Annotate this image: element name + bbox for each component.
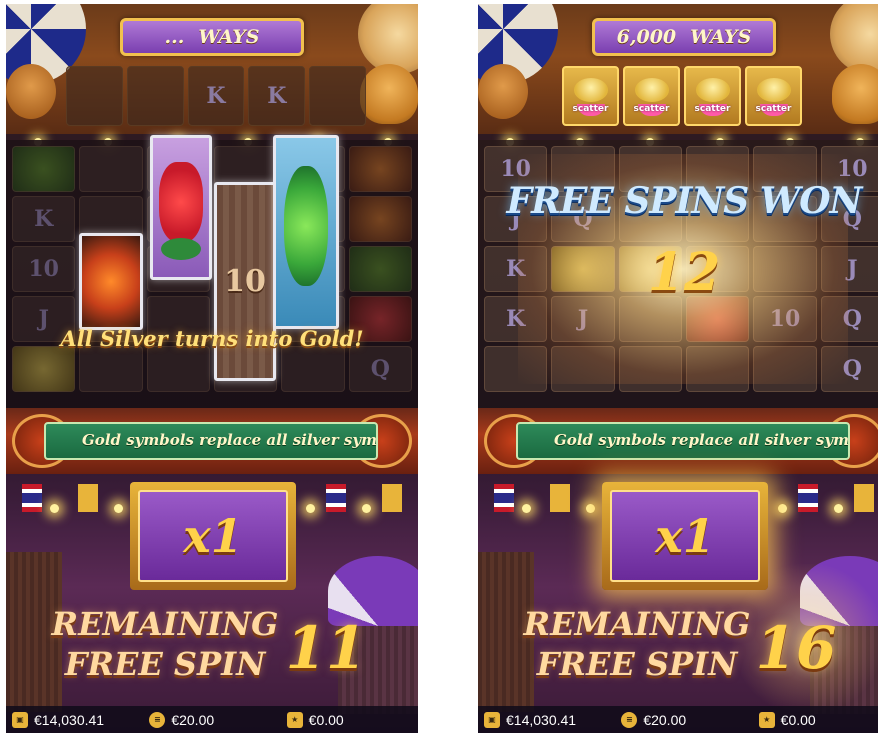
gold-flag-icon <box>382 484 402 512</box>
game-screen-left: ... WAYS K K K10JQ10Q 10 All Silver turn… <box>6 4 418 733</box>
coins-icon: ≡ <box>149 711 166 728</box>
scatter-symbol: scatter <box>562 66 619 126</box>
info-bar: Gold symbols replace all silver symb <box>6 408 418 474</box>
announcement-text: All Silver turns into Gold! <box>60 326 364 351</box>
bok-choy-icon <box>284 166 328 286</box>
straw-hat-icon <box>478 64 528 119</box>
thai-flag-icon <box>798 484 818 512</box>
top-symbol: K <box>248 66 306 126</box>
remaining-free-spin-count: 16 <box>755 614 837 682</box>
scatter-label: scatter <box>755 104 792 114</box>
ways-banner: 6,000 WAYS <box>592 18 776 56</box>
ways-value: 6,000 <box>616 26 677 48</box>
light-bulb-icon <box>778 504 787 513</box>
free-spins-won-count: 12 <box>647 242 721 303</box>
light-bulb-icon <box>362 504 371 513</box>
wallet-icon: ▣ <box>12 711 28 728</box>
scatter-label: scatter <box>572 104 609 114</box>
ways-label: WAYS <box>690 26 752 48</box>
straw-hat-icon <box>695 78 730 102</box>
remaining-free-spin-label: REMAINING FREE SPIN <box>51 605 279 683</box>
straw-hat-icon <box>634 78 669 102</box>
straw-hat-icon <box>6 64 56 119</box>
top-symbol <box>66 66 123 126</box>
balance-value: €14,030.41 <box>34 711 105 728</box>
info-bar: Gold symbols replace all silver symb <box>478 408 878 474</box>
ways-label: WAYS <box>198 26 260 48</box>
vegetable-symbol <box>273 135 339 329</box>
gold-flag-icon <box>854 484 874 512</box>
top-reel-strip: K K <box>66 66 366 126</box>
straw-hat-icon <box>573 78 608 102</box>
top-symbol <box>309 66 366 126</box>
remaining-free-spin-count: 11 <box>285 614 367 682</box>
multiplier-value: x1 <box>655 509 715 563</box>
win-icon: ★ <box>286 711 303 728</box>
bet-display[interactable]: ≡ €20.00 <box>143 711 280 728</box>
multiplier-panel: x1 <box>138 490 288 582</box>
status-bar: ▣ €14,030.41 ≡ €20.00 ★ €0.00 <box>478 706 878 733</box>
dim-overlay <box>6 140 418 408</box>
scatter-symbol: scatter <box>623 66 680 126</box>
multiplier-panel: x1 <box>610 490 760 582</box>
top-symbol: K <box>187 66 245 126</box>
ten-symbol: 10 <box>214 182 276 381</box>
multiplier-frame: x1 <box>602 482 768 590</box>
leaf-icon <box>161 238 201 260</box>
thai-flag-icon <box>326 484 346 512</box>
light-bulb-icon <box>586 504 595 513</box>
balance-display[interactable]: ▣ €14,030.41 <box>6 711 143 728</box>
info-text: Gold symbols replace all silver symb <box>554 431 850 449</box>
ways-value: ... <box>164 26 185 48</box>
light-bulb-icon <box>522 504 531 513</box>
scatter-label: scatter <box>694 104 731 114</box>
balance-display[interactable]: ▣ €14,030.41 <box>478 711 615 728</box>
free-spins-won-title: FREE SPINS WON <box>506 180 863 222</box>
gold-flag-icon <box>78 484 98 512</box>
remaining-free-spin-label: REMAINING FREE SPIN <box>523 605 751 683</box>
light-bulb-icon <box>306 504 315 513</box>
bet-display[interactable]: ≡ €20.00 <box>615 711 752 728</box>
win-value: €0.00 <box>308 711 344 728</box>
info-text: Gold symbols replace all silver symb <box>82 431 378 449</box>
info-frame: Gold symbols replace all silver symb <box>44 422 378 460</box>
multiplier-frame: x1 <box>130 482 296 590</box>
coins-icon: ≡ <box>621 711 638 728</box>
chili-symbol <box>150 135 212 280</box>
gold-flag-icon <box>550 484 570 512</box>
light-bulb-icon <box>114 504 123 513</box>
win-display: ★ €0.00 <box>281 711 418 728</box>
chili-pile-icon <box>159 162 203 242</box>
straw-hat-icon <box>832 64 878 124</box>
light-bulb-icon <box>834 504 843 513</box>
multiplier-value: x1 <box>183 509 243 563</box>
win-icon: ★ <box>758 711 775 728</box>
balance-value: €14,030.41 <box>506 711 577 728</box>
ways-banner: ... WAYS <box>120 18 304 56</box>
win-value: €0.00 <box>780 711 816 728</box>
game-screen-right: 6,000 WAYS scatter scatter scatter scatt… <box>478 4 878 733</box>
wallet-icon: ▣ <box>484 711 500 728</box>
straw-hat-icon <box>756 78 791 102</box>
top-symbol <box>126 66 184 126</box>
thai-flag-icon <box>494 484 514 512</box>
scatter-symbol: scatter <box>684 66 741 126</box>
light-bulb-icon <box>50 504 59 513</box>
scatter-label: scatter <box>633 104 670 114</box>
bet-value: €20.00 <box>643 711 687 728</box>
straw-hat-icon <box>360 64 418 124</box>
scatter-symbol: scatter <box>745 66 802 126</box>
ten-symbol-label: 10 <box>224 264 266 299</box>
bet-value: €20.00 <box>171 711 215 728</box>
thai-flag-icon <box>22 484 42 512</box>
top-reel-strip: scatter scatter scatter scatter <box>562 66 802 126</box>
status-bar: ▣ €14,030.41 ≡ €20.00 ★ €0.00 <box>6 706 418 733</box>
grilled-shrimp-symbol <box>79 233 143 330</box>
info-frame: Gold symbols replace all silver symb <box>516 422 850 460</box>
win-display: ★ €0.00 <box>753 711 878 728</box>
